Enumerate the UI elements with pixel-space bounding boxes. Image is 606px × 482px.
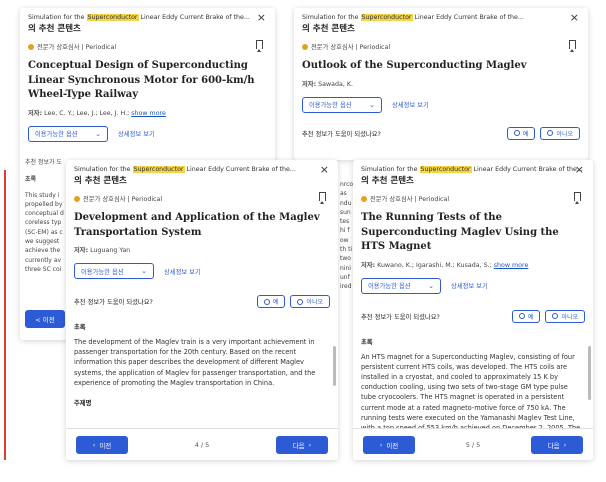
frown-icon: [552, 313, 559, 319]
availability-select[interactable]: 이용가능한 옵션 ⌄: [361, 277, 441, 294]
card-actions: 이용가능한 옵션 ⌄ 상세정보 보기: [20, 117, 275, 142]
card-header: Simulation for the Superconductor Linear…: [353, 160, 593, 186]
header-title: 의 추천 콘텐츠: [361, 176, 414, 186]
recommendation-card-2: Simulation for the Superconductor Linear…: [294, 8, 588, 160]
publication-meta: 전문가 상호심사 | Periodical: [20, 34, 275, 52]
breadcrumb: Simulation for the Superconductor Linear…: [302, 14, 524, 21]
left-accent-bar: [4, 170, 6, 460]
frown-icon: [297, 298, 304, 305]
breadcrumb: Simulation for the Superconductor Linear…: [361, 166, 583, 173]
obscured-text: 추천 정보가 도 초록 This study i propelled by co…: [25, 159, 64, 273]
helpful-prompt: 추천 정보가 도움이 되셨나요? 예 아니오: [294, 113, 588, 140]
detail-link[interactable]: 상세정보 보기: [392, 100, 429, 109]
peer-review-badge-icon: [74, 195, 80, 202]
card-header: Simulation for the Superconductor Linear…: [294, 8, 588, 34]
detail-link[interactable]: 상세정보 보기: [164, 267, 201, 276]
yes-button[interactable]: 예: [511, 309, 541, 323]
no-button[interactable]: 아니오: [545, 309, 585, 323]
bookmark-icon[interactable]: [256, 40, 263, 52]
close-icon[interactable]: ×: [257, 12, 266, 23]
prev-button[interactable]: ‹ 이전: [76, 435, 128, 454]
chevron-left-icon: ‹: [92, 440, 96, 449]
authors: 저자: Kuwano, K.; Igarashi, M.; Kusada, S.…: [361, 261, 529, 269]
header-title: 의 추천 콘텐츠: [28, 24, 81, 34]
publication-meta: 전문가 상호심사 | Periodical: [66, 186, 338, 204]
frown-icon: [547, 130, 554, 136]
helpful-prompt: 추천 정보가 도움이 되셨나요? 예 아니오: [66, 279, 338, 308]
smile-icon: [518, 313, 525, 319]
no-button[interactable]: 아니오: [540, 126, 580, 140]
publication-meta: 전문가 상호심사 | Periodical: [353, 186, 593, 204]
publication-meta: 전문가 상호심사 | Periodical: [294, 34, 588, 52]
card-actions: 이용가능한 옵션 ⌄ 상세정보 보기: [353, 269, 593, 294]
recommendation-card-4: Simulation for the Superconductor Linear…: [353, 160, 593, 460]
header-title: 의 추천 콘텐츠: [302, 24, 355, 34]
smile-icon: [263, 298, 270, 305]
chevron-right-icon: ›: [308, 440, 312, 449]
chevron-down-icon: ⌄: [428, 281, 434, 290]
next-button[interactable]: 다음 ›: [276, 435, 328, 454]
article-title[interactable]: Conceptual Design of Superconducting Lin…: [20, 51, 275, 103]
article-title[interactable]: Outlook of the Superconducting Maglev: [294, 51, 588, 74]
yes-button[interactable]: 예: [256, 295, 286, 308]
card-actions: 이용가능한 옵션 ⌄ 상세정보 보기: [294, 88, 588, 113]
peer-review-badge-icon: [361, 195, 367, 202]
chevron-right-icon: ›: [563, 440, 567, 449]
abstract-heading: 초록: [74, 324, 86, 331]
abstract-text: The development of the Maglev train is a…: [74, 338, 316, 387]
prev-button[interactable]: ‹ 이전: [363, 435, 415, 454]
keywords-heading: 주제명: [74, 400, 92, 408]
availability-select[interactable]: 이용가능한 옵션 ⌄: [28, 125, 108, 142]
chevron-left-icon: ‹: [379, 440, 383, 449]
availability-select[interactable]: 이용가능한 옵션 ⌄: [302, 96, 382, 113]
card-header: Simulation for the Superconductor Linear…: [20, 8, 275, 34]
peer-review-badge-icon: [302, 43, 308, 50]
authors: 저자: Luguang Yan: [74, 247, 131, 254]
show-more-link[interactable]: show more: [131, 110, 166, 117]
breadcrumb: Simulation for the Superconductor Linear…: [28, 14, 250, 21]
abstract-heading: 초록: [361, 338, 373, 346]
article-title[interactable]: Development and Application of the Magle…: [66, 203, 338, 240]
yes-button[interactable]: 예: [506, 126, 536, 140]
peer-review-badge-icon: [28, 43, 34, 50]
page-indicator: 4 / 5: [194, 440, 210, 449]
card-header: Simulation for the Superconductor Linear…: [66, 160, 338, 186]
scrollbar[interactable]: [588, 346, 591, 400]
authors: 저자: Sawada, K.: [302, 80, 353, 88]
close-icon[interactable]: ×: [575, 164, 584, 175]
detail-link[interactable]: 상세정보 보기: [451, 281, 488, 290]
chevron-down-icon: ⌄: [95, 129, 101, 138]
detail-link[interactable]: 상세정보 보기: [118, 129, 155, 138]
availability-select[interactable]: 이용가능한 옵션 ⌄: [74, 263, 154, 279]
next-button[interactable]: 다음 ›: [531, 435, 583, 454]
page-indicator: 5 / 5: [465, 440, 481, 449]
card-footer: ‹ 이전 5 / 5 다음 ›: [353, 428, 593, 460]
recommendation-card-3: Simulation for the Superconductor Linear…: [66, 160, 338, 460]
card-actions: 이용가능한 옵션 ⌄ 상세정보 보기: [66, 254, 338, 279]
scrollbar[interactable]: [333, 346, 336, 386]
header-title: 의 추천 콘텐츠: [74, 176, 127, 186]
close-icon[interactable]: ×: [570, 12, 579, 23]
smile-icon: [513, 130, 520, 136]
screenshot-stage: Simulation for the Superconductor Linear…: [0, 0, 606, 482]
breadcrumb: Simulation for the Superconductor Linear…: [74, 166, 296, 173]
chevron-down-icon: ⌄: [369, 100, 375, 109]
bookmark-icon[interactable]: [319, 192, 326, 204]
authors: 저자: Lee, C. Y.; Lee, J.; Lee, J. H.; sho…: [28, 109, 166, 117]
chevron-down-icon: ⌄: [141, 267, 147, 275]
helpful-prompt: 추천 정보가 도움이 되셨나요? 예 아니오: [353, 294, 593, 323]
show-more-link[interactable]: show more: [494, 262, 529, 269]
article-title[interactable]: The Running Tests of the Superconducting…: [353, 203, 593, 255]
prev-button[interactable]: < 이전: [25, 310, 65, 328]
obscured-text: nrco as ndu sun tes hi f ow th ti two ni…: [340, 181, 354, 291]
card-footer: ‹ 이전 4 / 5 다음 ›: [66, 428, 338, 460]
no-button[interactable]: 아니오: [290, 295, 330, 308]
close-icon[interactable]: ×: [320, 164, 329, 175]
bookmark-icon[interactable]: [574, 192, 581, 204]
bookmark-icon[interactable]: [569, 40, 576, 52]
